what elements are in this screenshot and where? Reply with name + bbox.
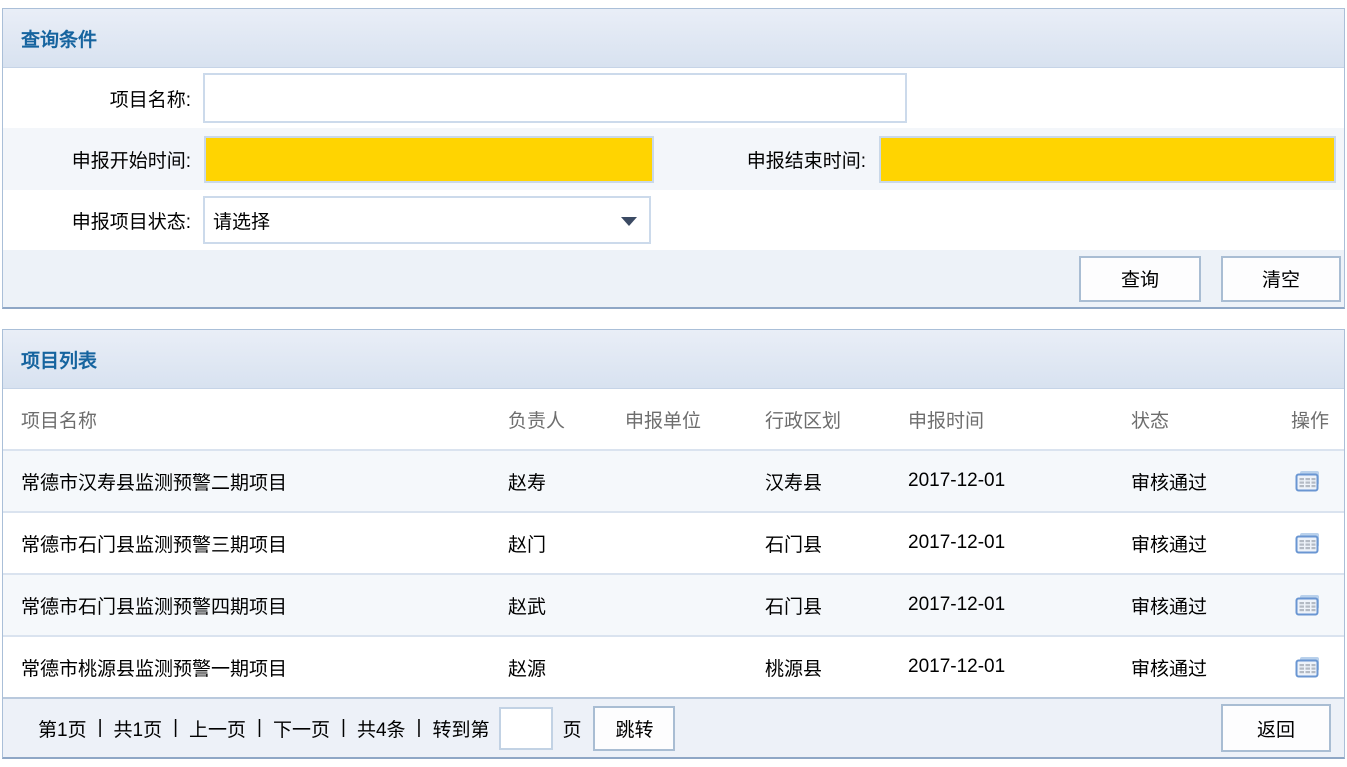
prev-page-link[interactable]: 上一页 (189, 715, 246, 742)
cell-leader: 赵门 (508, 530, 625, 557)
table-row: 常德市石门县监测预警三期项目 赵门 石门县 2017-12-01 审核通过 (3, 511, 1344, 573)
col-header-status: 状态 (1131, 406, 1291, 433)
goto-page-input[interactable] (499, 707, 553, 750)
report-end-time-label: 申报结束时间: (654, 146, 866, 173)
current-page-label: 第1页 (38, 715, 87, 742)
project-status-row: 申报项目状态: 请选择 (3, 190, 1344, 250)
query-panel-title: 查询条件 (21, 25, 97, 52)
cell-district: 桃源县 (765, 654, 908, 681)
cell-status: 审核通过 (1131, 530, 1291, 557)
col-header-district: 行政区划 (765, 406, 908, 433)
cell-project-name: 常德市石门县监测预警四期项目 (21, 592, 508, 619)
project-status-select[interactable]: 请选择 (203, 196, 651, 244)
chevron-down-icon (621, 217, 637, 226)
cell-date: 2017-12-01 (908, 656, 1131, 678)
report-end-time-input[interactable] (879, 136, 1336, 183)
report-time-row: 申报开始时间: 申报结束时间: (3, 128, 1344, 190)
table-header-row: 项目名称 负责人 申报单位 行政区划 申报时间 状态 操作 (3, 389, 1344, 449)
project-list-panel: 项目列表 项目名称 负责人 申报单位 行政区划 申报时间 状态 操作 常德市汉寿… (2, 329, 1345, 759)
cell-leader: 赵源 (508, 654, 625, 681)
col-header-date: 申报时间 (908, 406, 1131, 433)
back-button[interactable]: 返回 (1221, 704, 1331, 752)
goto-page-prefix-label: 转到第 (432, 715, 489, 742)
cell-district: 石门县 (765, 530, 908, 557)
col-header-unit: 申报单位 (625, 406, 765, 433)
project-name-label: 项目名称: (3, 85, 191, 112)
list-panel-title: 项目列表 (21, 346, 97, 373)
list-panel-header: 项目列表 (3, 330, 1344, 389)
project-name-row: 项目名称: (3, 68, 1344, 128)
cell-leader: 赵寿 (508, 468, 625, 495)
jump-button[interactable]: 跳转 (593, 706, 675, 751)
cell-district: 石门县 (765, 592, 908, 619)
search-button[interactable]: 查询 (1079, 256, 1201, 302)
goto-page-suffix-label: 页 (562, 715, 581, 742)
next-page-link[interactable]: 下一页 (273, 715, 330, 742)
cell-status: 审核通过 (1131, 654, 1291, 681)
cell-date: 2017-12-01 (908, 470, 1131, 492)
col-header-name: 项目名称 (21, 406, 508, 433)
total-pages-label: 共1页 (114, 715, 163, 742)
cell-date: 2017-12-01 (908, 594, 1131, 616)
pager-separator: | (98, 717, 103, 739)
project-status-selected-value: 请选择 (213, 207, 270, 234)
pagination-bar: 第1页 | 共1页 | 上一页 | 下一页 | 共4条 | 转到第 页 跳转 返… (3, 697, 1344, 757)
project-status-label: 申报项目状态: (3, 207, 191, 234)
pager-separator: | (257, 717, 262, 739)
project-name-input[interactable] (203, 73, 907, 123)
table-detail-icon[interactable] (1295, 595, 1344, 616)
cell-leader: 赵武 (508, 592, 625, 619)
cell-project-name: 常德市汉寿县监测预警二期项目 (21, 468, 508, 495)
table-detail-icon[interactable] (1295, 471, 1344, 492)
table-detail-icon[interactable] (1295, 533, 1344, 554)
cell-status: 审核通过 (1131, 468, 1291, 495)
table-row: 常德市石门县监测预警四期项目 赵武 石门县 2017-12-01 审核通过 (3, 573, 1344, 635)
col-header-operation: 操作 (1291, 406, 1344, 433)
clear-button[interactable]: 清空 (1221, 256, 1341, 302)
total-items-label: 共4条 (357, 715, 406, 742)
pager-separator: | (417, 717, 422, 739)
report-start-time-label: 申报开始时间: (3, 146, 191, 173)
cell-district: 汉寿县 (765, 468, 908, 495)
cell-project-name: 常德市桃源县监测预警一期项目 (21, 654, 508, 681)
table-row: 常德市桃源县监测预警一期项目 赵源 桃源县 2017-12-01 审核通过 (3, 635, 1344, 697)
cell-status: 审核通过 (1131, 592, 1291, 619)
query-conditions-panel: 查询条件 项目名称: 申报开始时间: 申报结束时间: 申报项目状态: 请选择 查… (2, 8, 1345, 309)
col-header-leader: 负责人 (508, 406, 625, 433)
pager-separator: | (341, 717, 346, 739)
pager-separator: | (173, 717, 178, 739)
table-row: 常德市汉寿县监测预警二期项目 赵寿 汉寿县 2017-12-01 审核通过 (3, 449, 1344, 511)
report-start-time-input[interactable] (204, 136, 654, 183)
cell-project-name: 常德市石门县监测预警三期项目 (21, 530, 508, 557)
query-actions-row: 查询 清空 (3, 250, 1344, 307)
table-detail-icon[interactable] (1295, 657, 1344, 678)
cell-date: 2017-12-01 (908, 532, 1131, 554)
query-panel-header: 查询条件 (3, 9, 1344, 68)
